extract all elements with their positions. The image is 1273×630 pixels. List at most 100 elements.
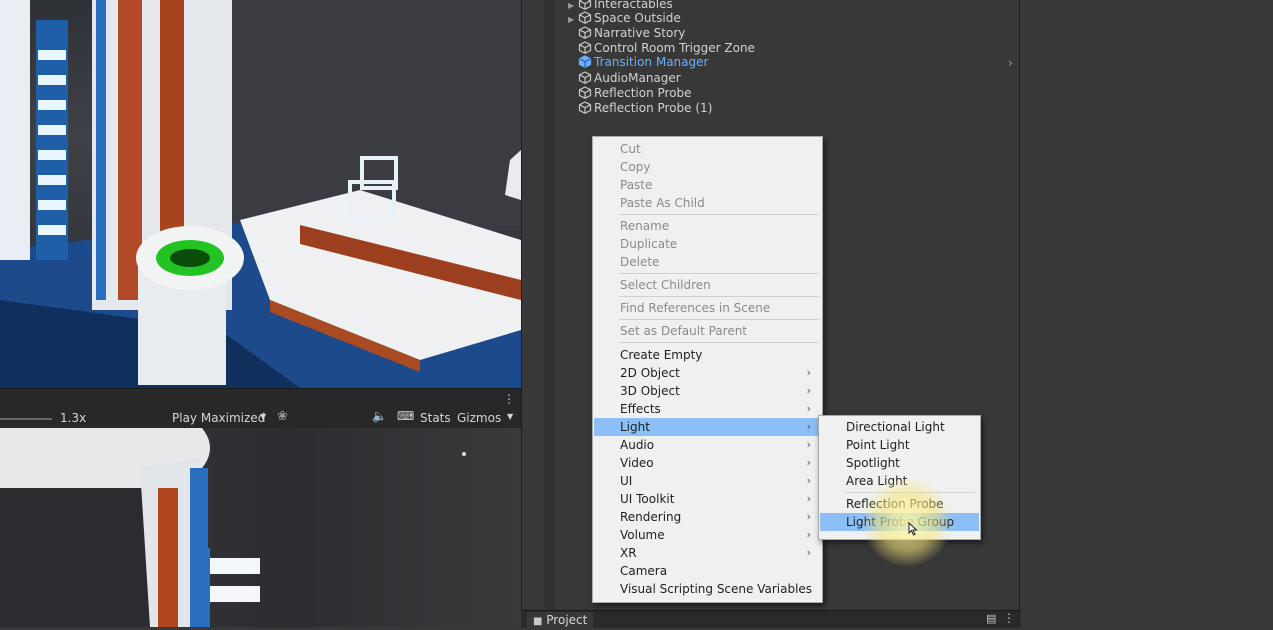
menu-item-label: Spotlight bbox=[846, 456, 900, 470]
scale-slider[interactable] bbox=[0, 418, 52, 420]
menu-item-rendering[interactable]: Rendering › bbox=[594, 508, 819, 526]
menu-item-ui[interactable]: UI › bbox=[594, 472, 819, 490]
submenu-chevron-icon: › bbox=[806, 420, 811, 433]
menu-item-paste[interactable]: Paste bbox=[594, 176, 819, 194]
menu-separator bbox=[619, 296, 819, 297]
menu-item-find-references[interactable]: Find References in Scene bbox=[594, 299, 819, 317]
submenu-chevron-icon: › bbox=[806, 492, 811, 505]
bug-icon[interactable]: ❀ bbox=[277, 409, 288, 424]
menu-item-label: XR bbox=[620, 546, 637, 560]
expand-arrow-icon[interactable]: ▶ bbox=[568, 12, 578, 27]
menu-item-label: Light Probe Group bbox=[846, 515, 955, 529]
submenu-chevron-icon: › bbox=[806, 366, 811, 379]
submenu-item-point-light[interactable]: Point Light bbox=[820, 436, 979, 454]
gameobject-cube-icon bbox=[578, 11, 592, 24]
menu-item-label: Reflection Probe bbox=[846, 497, 944, 511]
chevron-down-icon[interactable]: ▼ bbox=[260, 412, 266, 421]
hierarchy-item-label: Control Room Trigger Zone bbox=[594, 41, 755, 55]
menu-item-label: Effects bbox=[620, 402, 661, 416]
hierarchy-item[interactable]: Control Room Trigger Zone bbox=[568, 41, 755, 56]
menu-item-label: Audio bbox=[620, 438, 655, 452]
hierarchy-item[interactable]: AudioManager bbox=[568, 71, 681, 86]
menu-item-create-empty[interactable]: Create Empty bbox=[594, 346, 819, 364]
menu-item-delete[interactable]: Delete bbox=[594, 253, 819, 271]
menu-item-3d-object[interactable]: 3D Object › bbox=[594, 382, 819, 400]
menu-item-volume[interactable]: Volume › bbox=[594, 526, 819, 544]
hierarchy-item[interactable]: ▶ Space Outside bbox=[568, 11, 681, 26]
menu-item-2d-object[interactable]: 2D Object › bbox=[594, 364, 819, 382]
menu-item-label: Delete bbox=[620, 255, 660, 269]
context-menu: Cut Copy Paste Paste As Child Rename Dup… bbox=[592, 136, 823, 603]
menu-item-cut[interactable]: Cut bbox=[594, 140, 819, 158]
menu-item-duplicate[interactable]: Duplicate bbox=[594, 235, 819, 253]
menu-item-label: 2D Object bbox=[620, 366, 680, 380]
submenu-chevron-icon: › bbox=[806, 402, 811, 415]
tab-menu-kebab-icon[interactable]: ⋮ bbox=[1003, 611, 1015, 625]
menu-separator bbox=[845, 492, 975, 493]
tab-project[interactable]: ■ Project bbox=[527, 612, 594, 628]
hierarchy-scroll-gutter bbox=[544, 0, 554, 610]
menu-item-paste-as-child[interactable]: Paste As Child bbox=[594, 194, 819, 212]
light-submenu: Directional Light Point Light Spotlight … bbox=[818, 415, 981, 540]
menu-item-select-children[interactable]: Select Children bbox=[594, 276, 819, 294]
menu-item-xr[interactable]: XR › bbox=[594, 544, 819, 562]
expand-right-chevron-icon[interactable]: › bbox=[1008, 56, 1013, 70]
menu-item-label: Paste As Child bbox=[620, 196, 705, 210]
menu-item-label: Paste bbox=[620, 178, 653, 192]
hierarchy-item-label: Reflection Probe (1) bbox=[594, 101, 713, 115]
hierarchy-item-label: Narrative Story bbox=[594, 26, 686, 40]
menu-item-effects[interactable]: Effects › bbox=[594, 400, 819, 418]
game-render bbox=[0, 428, 466, 627]
panel-menu-kebab-icon[interactable]: ⋮ bbox=[503, 392, 515, 406]
menu-item-label: Directional Light bbox=[846, 420, 945, 434]
menu-item-label: Cut bbox=[620, 142, 641, 156]
hierarchy-item-label: Interactables bbox=[594, 0, 673, 11]
submenu-item-light-probe-group[interactable]: Light Probe Group bbox=[820, 513, 979, 531]
submenu-chevron-icon: › bbox=[806, 456, 811, 469]
submenu-item-reflection-probe[interactable]: Reflection Probe bbox=[820, 495, 979, 513]
audio-mute-icon[interactable]: 🔈 bbox=[372, 409, 387, 423]
submenu-chevron-icon: › bbox=[806, 384, 811, 397]
submenu-chevron-icon: › bbox=[806, 528, 811, 541]
menu-item-set-default-parent[interactable]: Set as Default Parent bbox=[594, 322, 819, 340]
scene-view[interactable] bbox=[0, 0, 521, 388]
menu-item-audio[interactable]: Audio › bbox=[594, 436, 819, 454]
menu-item-light[interactable]: Light › bbox=[594, 418, 819, 436]
gizmos-button[interactable]: Gizmos bbox=[457, 411, 501, 425]
stats-button[interactable]: Stats bbox=[420, 411, 451, 425]
menu-item-label: Light bbox=[620, 420, 650, 434]
menu-item-label: Rename bbox=[620, 219, 670, 233]
menu-item-label: Copy bbox=[620, 160, 651, 174]
gizmos-chevron-down-icon[interactable]: ▼ bbox=[507, 412, 513, 421]
menu-item-ui-toolkit[interactable]: UI Toolkit › bbox=[594, 490, 819, 508]
menu-item-label: Duplicate bbox=[620, 237, 678, 251]
game-view[interactable] bbox=[0, 428, 521, 627]
gameobject-cube-icon bbox=[578, 101, 592, 114]
menu-item-label: Create Empty bbox=[620, 348, 703, 362]
hierarchy-item[interactable]: Reflection Probe bbox=[568, 86, 692, 101]
submenu-item-spotlight[interactable]: Spotlight bbox=[820, 454, 979, 472]
menu-item-label: Volume bbox=[620, 528, 665, 542]
menu-separator bbox=[619, 214, 819, 215]
menu-item-rename[interactable]: Rename bbox=[594, 217, 819, 235]
gameobject-cube-icon bbox=[578, 0, 592, 10]
menu-item-label: UI Toolkit bbox=[620, 492, 675, 506]
menu-item-label: Area Light bbox=[846, 474, 908, 488]
menu-item-visual-scripting-scene-variables[interactable]: Visual Scripting Scene Variables bbox=[594, 580, 819, 598]
menu-item-video[interactable]: Video › bbox=[594, 454, 819, 472]
play-mode-dropdown[interactable]: Play Maximized bbox=[172, 411, 265, 425]
lock-icon[interactable]: ▤ bbox=[986, 612, 996, 625]
submenu-item-directional-light[interactable]: Directional Light bbox=[820, 418, 979, 436]
submenu-item-area-light[interactable]: Area Light bbox=[820, 472, 979, 490]
menu-item-copy[interactable]: Copy bbox=[594, 158, 819, 176]
hierarchy-item-label: AudioManager bbox=[594, 71, 681, 85]
hierarchy-item-selected[interactable]: Transition Manager bbox=[568, 55, 708, 70]
menu-item-camera[interactable]: Camera bbox=[594, 562, 819, 580]
hierarchy-item[interactable]: Reflection Probe (1) bbox=[568, 101, 712, 116]
submenu-chevron-icon: › bbox=[806, 474, 811, 487]
gameobject-cube-icon bbox=[578, 86, 592, 99]
keyboard-icon[interactable]: ⌨ bbox=[397, 409, 414, 423]
project-tab-bar: ■ Project ▤ ⋮ bbox=[521, 610, 1019, 628]
hierarchy-item[interactable]: Narrative Story bbox=[568, 26, 685, 41]
menu-item-label: UI bbox=[620, 474, 633, 488]
